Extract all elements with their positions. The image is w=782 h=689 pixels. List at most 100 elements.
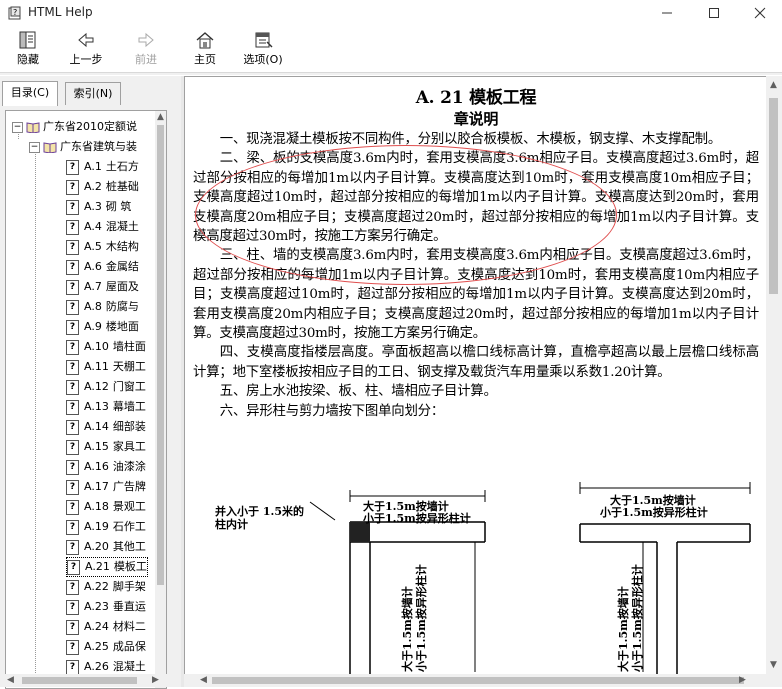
help-topic-icon: ? bbox=[66, 179, 79, 195]
maximize-button[interactable] bbox=[691, 0, 737, 26]
minimize-button[interactable] bbox=[644, 0, 690, 26]
tree-topic-item[interactable]: ? A.17 广告牌 bbox=[66, 477, 146, 497]
topic-code: A.18 bbox=[84, 500, 109, 513]
tree-topic-item[interactable]: ? A.22 脚手架 bbox=[66, 577, 146, 597]
forward-label: 前进 bbox=[135, 53, 157, 66]
tab-contents[interactable]: 目录(C) bbox=[2, 81, 58, 106]
minimize-icon bbox=[662, 12, 672, 14]
topic-name: 家具工 bbox=[112, 440, 146, 453]
options-button[interactable]: 选项(O) bbox=[238, 30, 288, 70]
tree-topic-item[interactable]: ? A.25 成品保 bbox=[66, 637, 146, 657]
paragraph-2: 二、梁、板的支模高度3.6m内时，套用支模高度3.6m相应子目。支模高度超过3.… bbox=[193, 151, 759, 245]
tree-topic-item[interactable]: ? A.2 桩基础 bbox=[66, 177, 139, 197]
tree-topic-item[interactable]: ? A.10 墙柱面 bbox=[66, 337, 146, 357]
topic-document: A. 21 模板工程 章说明 一、现浇混凝土模板按不同构件，分别以胶合板模板、木… bbox=[193, 87, 759, 421]
collapse-icon[interactable]: − bbox=[12, 121, 23, 133]
scroll-right-icon[interactable]: ▶ bbox=[739, 675, 746, 685]
tree-line bbox=[35, 147, 36, 687]
tree-topic-item[interactable]: ? A.16 油漆涂 bbox=[66, 457, 146, 477]
scroll-left-icon[interactable]: ◀ bbox=[7, 675, 14, 685]
diagram-left-vert-1: 大于1.5m按墙计 bbox=[401, 586, 414, 672]
topic-name: 门窗工 bbox=[112, 380, 146, 393]
tree-scroll-thumb[interactable] bbox=[157, 125, 164, 585]
tree-topic-item[interactable]: ? A.6 金属结 bbox=[66, 257, 139, 277]
tree-topic-item[interactable]: ? A.1 土石方 bbox=[66, 157, 139, 177]
tree-root-label: 广东省2010定额说 bbox=[43, 120, 137, 133]
tree-topic-item[interactable]: ? A.13 幕墙工 bbox=[66, 397, 146, 417]
topic-name: 防腐与 bbox=[105, 300, 139, 313]
help-topic-icon: ? bbox=[66, 299, 79, 315]
tree-sub-node[interactable]: − 广东省建筑与装 bbox=[29, 137, 137, 157]
topic-name: 土石方 bbox=[105, 160, 139, 173]
tree-scrollbar[interactable]: ▲ ▼ bbox=[155, 111, 166, 688]
tree-root-node[interactable]: − 广东省2010定额说 bbox=[12, 117, 137, 137]
scroll-up-icon[interactable]: ▲ bbox=[770, 80, 777, 90]
topic-name: 脚手架 bbox=[112, 580, 146, 593]
topic-code: A.17 bbox=[84, 480, 109, 493]
tree-hscroll-thumb[interactable] bbox=[22, 677, 137, 684]
tree-topic-item[interactable]: ? A.12 门窗工 bbox=[66, 377, 146, 397]
home-button[interactable]: 主页 bbox=[183, 30, 227, 70]
tree-horizontal-scrollbar[interactable]: ◀ ▶ bbox=[0, 674, 181, 687]
topic-name: 混凝土 bbox=[112, 660, 146, 673]
contents-tree[interactable]: − 广东省2010定额说 − 广东省建筑与装 ? A.1 土石方? A.2 桩基础? A.3 砌… bbox=[5, 110, 167, 689]
navigation-pane: 目录(C) 索引(N) − 广东省2010定额说 − 广东省建筑与装 ? A.1 土石方… bbox=[0, 76, 181, 689]
scroll-right-icon[interactable]: ▶ bbox=[152, 675, 159, 685]
tree-sub-label: 广东省建筑与装 bbox=[60, 140, 137, 153]
content-horizontal-scrollbar[interactable]: ◀ ▶ bbox=[184, 674, 782, 687]
tree-topic-item[interactable]: ? A.15 家具工 bbox=[66, 437, 146, 457]
tree-topic-item[interactable]: ? A.7 屋面及 bbox=[66, 277, 139, 297]
tab-index[interactable]: 索引(N) bbox=[65, 82, 121, 105]
topic-code: A.25 bbox=[84, 640, 109, 653]
column-wall-diagram: 并入小于 1.5米的柱内计 大于1.5m按墙计 小于1.5m按异形柱计 大于1.… bbox=[185, 472, 767, 675]
scroll-left-icon[interactable]: ◀ bbox=[200, 675, 207, 685]
topic-name: 细部装 bbox=[112, 420, 146, 433]
topic-code: A.22 bbox=[84, 580, 109, 593]
scroll-up-icon[interactable]: ▲ bbox=[157, 112, 164, 122]
tab-index-label: 索引(N) bbox=[73, 87, 113, 100]
hide-button[interactable]: 隐藏 bbox=[6, 30, 50, 70]
topic-code: A.23 bbox=[84, 600, 109, 613]
tree-topic-item[interactable]: ? A.8 防腐与 bbox=[66, 297, 139, 317]
forward-button[interactable]: 前进 bbox=[124, 30, 168, 70]
tree-topic-item[interactable]: ? A.24 材料二 bbox=[66, 617, 146, 637]
topic-name: 木结构 bbox=[105, 240, 139, 253]
tree-topic-item[interactable]: ? A.21 模板工 bbox=[66, 557, 148, 577]
help-topic-icon: ? bbox=[66, 379, 79, 395]
topic-code: A.9 bbox=[84, 320, 102, 333]
topic-code: A.5 bbox=[84, 240, 102, 253]
topic-name: 墙柱面 bbox=[112, 340, 146, 353]
topic-code: A.26 bbox=[84, 660, 109, 673]
paragraph-4: 四、支模高度指楼层高度。亭面板超高以檐口线标高计算，直檐亭超高以最上层檐口线标高… bbox=[193, 345, 759, 380]
tree-topic-item[interactable]: ? A.20 其他工 bbox=[66, 537, 146, 557]
content-scroll-thumb[interactable] bbox=[769, 98, 778, 294]
help-topic-icon: ? bbox=[66, 339, 79, 355]
tree-topic-item[interactable]: ? A.14 细部装 bbox=[66, 417, 146, 437]
topic-code: A.7 bbox=[84, 280, 102, 293]
tree-topic-item[interactable]: ? A.19 石作工 bbox=[66, 517, 146, 537]
back-label: 上一步 bbox=[69, 53, 103, 66]
topic-code: A.1 bbox=[84, 160, 102, 173]
close-button[interactable] bbox=[737, 0, 782, 26]
tree-topic-item[interactable]: ? A.23 垂直运 bbox=[66, 597, 146, 617]
tree-topic-item[interactable]: ? A.4 混凝土 bbox=[66, 217, 139, 237]
collapse-icon[interactable]: − bbox=[29, 141, 40, 153]
tree-topic-item[interactable]: ? A.3 砌 筑 bbox=[66, 197, 131, 217]
help-topic-icon: ? bbox=[66, 419, 79, 435]
home-label: 主页 bbox=[194, 53, 216, 66]
tree-topic-item[interactable]: ? A.11 天棚工 bbox=[66, 357, 146, 377]
content-hscroll-thumb[interactable] bbox=[212, 677, 744, 684]
help-topic-icon: ? bbox=[66, 219, 79, 235]
hide-label: 隐藏 bbox=[17, 53, 39, 66]
topic-code: A.2 bbox=[84, 180, 102, 193]
help-topic-icon: ? bbox=[66, 599, 79, 615]
close-icon bbox=[754, 7, 766, 19]
scroll-down-icon[interactable]: ▼ bbox=[770, 660, 777, 670]
content-vertical-scrollbar[interactable]: ▲ ▼ bbox=[766, 76, 782, 674]
topic-code: A.14 bbox=[84, 420, 109, 433]
back-button[interactable]: 上一步 bbox=[64, 30, 108, 70]
tree-topic-item[interactable]: ? A.5 木结构 bbox=[66, 237, 139, 257]
open-book-icon bbox=[43, 142, 57, 153]
tree-topic-item[interactable]: ? A.18 景观工 bbox=[66, 497, 146, 517]
tree-topic-item[interactable]: ? A.9 楼地面 bbox=[66, 317, 139, 337]
